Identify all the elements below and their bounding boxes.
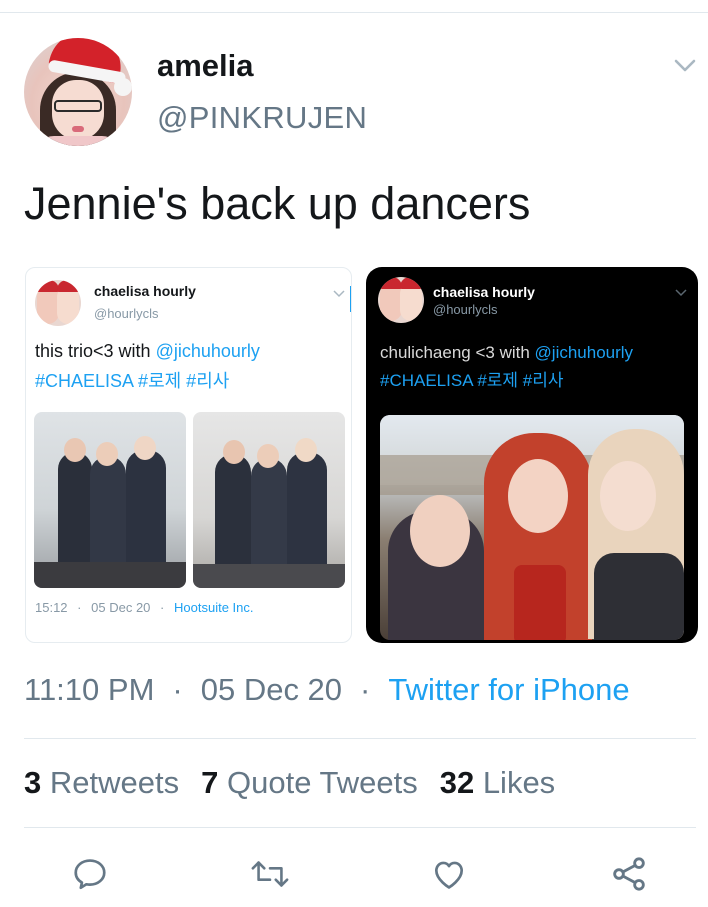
separator-dot: · xyxy=(172,672,183,707)
tweet-time: 11:10 PM xyxy=(24,672,155,707)
santa-hat-pom xyxy=(114,78,132,96)
quoted-hashtags[interactable]: #CHAELISA #로제 #리사 xyxy=(380,371,564,390)
retweet-icon xyxy=(251,861,289,887)
author-handle[interactable]: @PINKRUJEN xyxy=(157,100,367,136)
quoted-mention-link[interactable]: @jichuhourly xyxy=(156,341,260,361)
quote-tweets-stat[interactable]: 7 Quote Tweets xyxy=(201,765,418,800)
avatar-lips xyxy=(72,126,84,132)
avatar-shirt xyxy=(34,136,122,146)
retweets-stat[interactable]: 3 Retweets xyxy=(24,765,179,800)
author-avatar[interactable] xyxy=(24,38,132,146)
chevron-down-icon xyxy=(675,289,687,297)
likes-stat[interactable]: 32 Likes xyxy=(440,765,555,800)
quoted-hashtags[interactable]: #CHAELISA #로제 #리사 xyxy=(35,371,229,391)
retweets-count: 3 xyxy=(24,765,42,800)
divider xyxy=(24,738,696,739)
like-button[interactable] xyxy=(429,854,469,894)
heart-icon xyxy=(434,861,464,889)
engagement-stats: 3 Retweets 7 Quote Tweets 32 Likes xyxy=(24,765,555,801)
quoted-author-name: chaelisa hourly xyxy=(433,284,535,300)
separator-dot: · xyxy=(77,600,82,615)
likes-count: 32 xyxy=(439,765,475,800)
quoted-tweet-meta: 15:12 · 05 Dec 20 · Hootsuite Inc. xyxy=(35,600,254,615)
reply-button[interactable] xyxy=(70,854,110,894)
quoted-author-name: chaelisa hourly xyxy=(94,283,196,299)
separator-dot: · xyxy=(160,600,165,615)
quoted-author-avatar xyxy=(35,280,81,326)
quoted-author-avatar xyxy=(378,277,424,323)
quoted-photo-1[interactable] xyxy=(34,412,186,588)
card-edge-accent xyxy=(350,286,351,312)
tweet-date: 05 Dec 20 xyxy=(200,672,343,707)
tweet-meta: 11:10 PM · 05 Dec 20 · Twitter for iPhone xyxy=(24,672,630,708)
quoted-tweet-card-dark[interactable]: chaelisa hourly @hourlycls chulichaeng <… xyxy=(366,267,698,643)
quoted-text-plain: this trio<3 with xyxy=(35,341,156,361)
author-name[interactable]: amelia xyxy=(157,48,254,84)
quoted-tweet-card-light[interactable]: chaelisa hourly @hourlycls this trio<3 w… xyxy=(25,267,352,643)
tweet-source-link[interactable]: Twitter for iPhone xyxy=(388,672,629,707)
quoted-source[interactable]: Hootsuite Inc. xyxy=(174,600,254,615)
quotes-label: Quote Tweets xyxy=(226,765,418,800)
quoted-mention-link[interactable]: @jichuhourly xyxy=(535,343,634,362)
quoted-photo-selfie[interactable] xyxy=(380,415,684,640)
chevron-down-icon[interactable] xyxy=(673,58,697,74)
retweets-label: Retweets xyxy=(49,765,180,800)
separator-dot: · xyxy=(360,672,371,707)
share-icon xyxy=(613,857,645,891)
quoted-date: 05 Dec 20 xyxy=(91,600,151,615)
quoted-tweet-text: this trio<3 with @jichuhourly #CHAELISA … xyxy=(35,336,260,396)
quoted-tweet-text: chulichaeng <3 with @jichuhourly #CHAELI… xyxy=(380,339,633,395)
quoted-author-handle: @hourlycls xyxy=(433,302,498,317)
quoted-text-plain: chulichaeng <3 with xyxy=(380,343,535,362)
retweet-button[interactable] xyxy=(250,854,290,894)
divider xyxy=(24,827,696,828)
chevron-down-icon xyxy=(333,290,345,298)
likes-label: Likes xyxy=(482,765,556,800)
top-divider xyxy=(0,12,708,13)
reply-icon xyxy=(74,859,106,890)
quoted-time: 15:12 xyxy=(35,600,68,615)
quotes-count: 7 xyxy=(201,765,219,800)
share-button[interactable] xyxy=(609,854,649,894)
quoted-photo-2[interactable] xyxy=(193,412,345,588)
avatar-glasses xyxy=(54,100,102,112)
quoted-author-handle: @hourlycls xyxy=(94,306,159,321)
tweet-text: Jennie's back up dancers xyxy=(24,178,531,229)
